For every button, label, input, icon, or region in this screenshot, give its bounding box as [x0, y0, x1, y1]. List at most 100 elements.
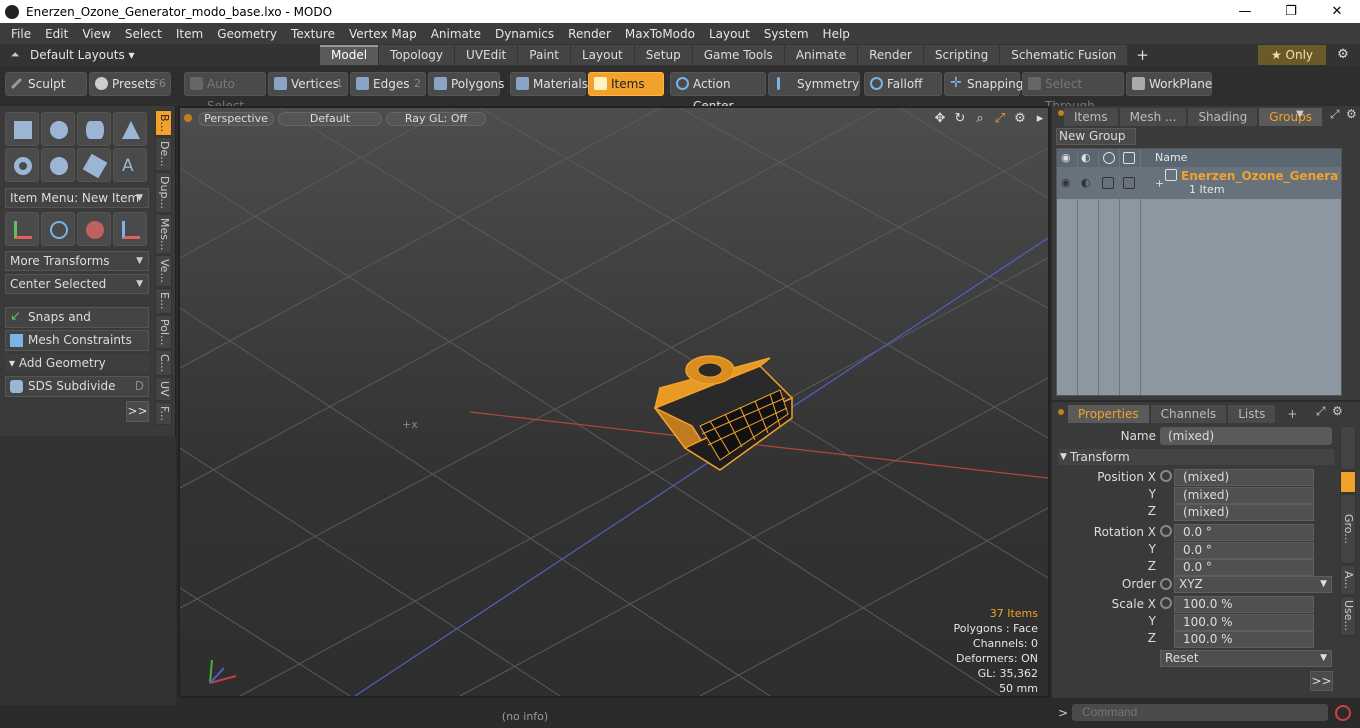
vtab-vertex[interactable]: Ve...: [155, 255, 172, 288]
expand-icon[interactable]: ⤢: [1330, 107, 1340, 122]
menu-texture[interactable]: Texture: [284, 27, 342, 41]
transform-section-header[interactable]: ▼ Transform: [1058, 449, 1334, 465]
name-field[interactable]: (mixed): [1160, 427, 1332, 445]
menu-file[interactable]: File: [4, 27, 38, 41]
add-tab-button[interactable]: +: [1128, 45, 1157, 65]
vtab-curve[interactable]: C...: [155, 350, 172, 377]
lock-checkbox[interactable]: [1102, 177, 1114, 189]
tab-channels[interactable]: Channels: [1150, 405, 1227, 423]
tab-scripting[interactable]: Scripting: [923, 45, 1000, 65]
eye-icon[interactable]: ◉: [1061, 177, 1073, 189]
tab-properties[interactable]: Properties: [1068, 405, 1149, 423]
tab-animate[interactable]: Animate: [784, 45, 858, 65]
text-tool[interactable]: A: [113, 148, 147, 182]
rvtab-user[interactable]: Use...: [1340, 596, 1356, 636]
tab-layout[interactable]: Layout: [570, 45, 634, 65]
move-tool[interactable]: [5, 212, 39, 246]
pen-tool[interactable]: [77, 148, 111, 182]
scale-y-field[interactable]: 100.0 %: [1174, 614, 1314, 631]
zoom-icon[interactable]: ⌕: [970, 111, 990, 126]
rotation-anim-dot[interactable]: [1160, 525, 1172, 537]
menu-help[interactable]: Help: [816, 27, 857, 41]
rvtab-assembly[interactable]: A...: [1340, 565, 1356, 595]
select-through-button[interactable]: Select Through: [1022, 72, 1124, 113]
rotation-y-field[interactable]: 0.0 °: [1174, 542, 1314, 559]
sculpt-button[interactable]: Sculpt: [5, 72, 87, 96]
render-icon[interactable]: ◐: [1081, 177, 1093, 189]
vtab-edge[interactable]: E...: [155, 288, 172, 314]
viewport-menu-dot[interactable]: [184, 114, 192, 122]
expand-plus-icon[interactable]: +: [1155, 177, 1164, 190]
position-y-field[interactable]: (mixed): [1174, 487, 1314, 504]
more-transforms-dropdown[interactable]: More Transforms ▼: [5, 251, 149, 271]
expand-icon[interactable]: ⤢: [1316, 404, 1326, 419]
menu-maxtomodo[interactable]: MaxToModo: [618, 27, 702, 41]
rvtab-groups[interactable]: Gro...: [1340, 494, 1356, 564]
presets-button[interactable]: Presets F6: [89, 72, 171, 96]
menu-edit[interactable]: Edit: [38, 27, 75, 41]
scale-anim-dot[interactable]: [1160, 597, 1172, 609]
snaps-precision-button[interactable]: ↙ Snaps and Precision: [5, 307, 149, 343]
symmetry-button[interactable]: Symmetry: [768, 72, 860, 96]
rotate-tool[interactable]: [41, 212, 75, 246]
cylinder-tool[interactable]: [77, 112, 111, 146]
pan-icon[interactable]: ✥: [930, 111, 950, 126]
items-button[interactable]: Items: [588, 72, 664, 96]
position-z-field[interactable]: (mixed): [1174, 504, 1314, 521]
vtab-deform[interactable]: De...: [155, 137, 172, 171]
fit-icon[interactable]: ⤢: [990, 111, 1010, 126]
add-tab-button[interactable]: +: [1277, 405, 1307, 423]
group-row[interactable]: ◉ ◐ + Enerzen_Ozone_Generator 1 Item: [1057, 167, 1341, 199]
sds-subdivide-button[interactable]: SDS Subdivide D: [5, 376, 149, 397]
rotation-z-field[interactable]: 0.0 °: [1174, 559, 1314, 576]
layout-home-icon[interactable]: ⏶: [0, 48, 30, 62]
rvtab-active[interactable]: [1340, 471, 1356, 493]
reset-dropdown[interactable]: Reset ▼: [1160, 650, 1332, 667]
tab-setup[interactable]: Setup: [634, 45, 692, 65]
menu-animate[interactable]: Animate: [424, 27, 488, 41]
command-input[interactable]: [1072, 704, 1328, 721]
order-dropdown[interactable]: XYZ ▼: [1174, 576, 1332, 593]
more-properties-button[interactable]: >>: [1310, 671, 1333, 691]
scale-z-field[interactable]: 100.0 %: [1174, 631, 1314, 648]
vtab-fusion[interactable]: F...: [155, 401, 172, 425]
tab-topology[interactable]: Topology: [379, 45, 455, 65]
add-geometry-header[interactable]: ▾ Add Geometry: [5, 354, 149, 372]
torus-tool[interactable]: [5, 148, 39, 182]
menu-view[interactable]: View: [75, 27, 117, 41]
menu-select[interactable]: Select: [118, 27, 169, 41]
item-menu-dropdown[interactable]: Item Menu: New Item ▼: [5, 188, 149, 208]
chevron-down-icon[interactable]: ▼: [1296, 109, 1304, 120]
eye-icon[interactable]: ◉: [1061, 152, 1073, 164]
tab-render[interactable]: Render: [858, 45, 923, 65]
materials-button[interactable]: Materials: [510, 72, 588, 96]
menu-layout[interactable]: Layout: [702, 27, 757, 41]
falloff-button[interactable]: Falloff: [864, 72, 942, 96]
select-icon[interactable]: [1123, 152, 1135, 164]
tab-lists[interactable]: Lists: [1228, 405, 1276, 423]
menu-render[interactable]: Render: [561, 27, 618, 41]
tab-model[interactable]: Model: [320, 45, 379, 65]
tab-uvedit[interactable]: UVEdit: [455, 45, 518, 65]
tab-groups[interactable]: Groups: [1259, 108, 1322, 126]
position-anim-dot[interactable]: [1160, 470, 1172, 482]
polygons-button[interactable]: Polygons: [428, 72, 504, 96]
viewport-settings-icon[interactable]: ⚙: [1010, 111, 1030, 126]
gear-icon[interactable]: ⚙: [1332, 404, 1343, 418]
gear-icon[interactable]: ⚙: [1346, 107, 1357, 121]
tab-mesh[interactable]: Mesh ...: [1119, 108, 1187, 126]
perspective-dropdown[interactable]: Perspective: [198, 112, 274, 126]
position-x-field[interactable]: (mixed): [1174, 469, 1314, 486]
scale-tool[interactable]: [77, 212, 111, 246]
ozone-generator-model[interactable]: [653, 355, 794, 471]
new-group-button[interactable]: New Group: [1056, 128, 1136, 145]
cone-tool[interactable]: [113, 112, 147, 146]
record-icon[interactable]: [1335, 705, 1351, 721]
vtab-duplicate[interactable]: Dup...: [155, 171, 172, 213]
group-list-scrollbar[interactable]: [1343, 148, 1355, 396]
minimize-button[interactable]: —: [1222, 0, 1268, 23]
tab-shading[interactable]: Shading: [1188, 108, 1258, 126]
mesh-constraints-button[interactable]: Mesh Constraints: [5, 330, 149, 351]
only-toggle[interactable]: ★ Only: [1258, 45, 1326, 65]
menu-geometry[interactable]: Geometry: [210, 27, 284, 41]
